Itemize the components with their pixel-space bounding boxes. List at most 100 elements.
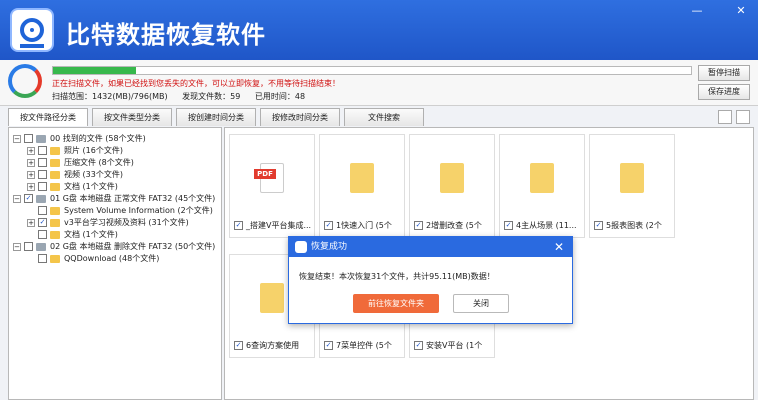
folder-tree: − 00 找到的文件 (58个文件) + 照片 (16个文件) + 压缩文件 (8个文… [8, 127, 222, 400]
tree-label: 文档 (1个文件) [64, 230, 118, 239]
tree-label: v3平台学习视频及资料 (31个文件) [64, 218, 189, 227]
tree-label: 00 找到的文件 (58个文件) [50, 134, 146, 143]
checkbox[interactable]: ✓ [324, 221, 333, 230]
file-tile[interactable]: ✓ 5报表图表 (2个 [589, 134, 675, 238]
dialog-message: 恢复结束！本次恢复31个文件，共计95.11(MB)数据！ [299, 272, 495, 281]
file-name: 4主从场景 (11... [516, 221, 577, 230]
tab-by-created-time[interactable]: 按创建时间分类 [176, 108, 256, 126]
tree-item-g-drive-deleted[interactable]: − 02 G盘 本地磁盘 删除文件 FAT32 (50个文件) [13, 241, 215, 252]
dialog-header: 恢复成功 ✕ [289, 237, 572, 257]
close-window-button[interactable]: ✕ [732, 4, 750, 18]
folder-icon [50, 254, 60, 263]
file-tile[interactable]: ✓ 2增删改查 (5个 [409, 134, 495, 238]
app-logo-icon [10, 8, 54, 52]
tab-file-search[interactable]: 文件搜索 [344, 108, 424, 126]
folder-icon [50, 218, 60, 227]
drive-icon [36, 134, 46, 143]
drive-icon [36, 194, 46, 203]
checkbox[interactable]: ✓ [324, 341, 333, 350]
tab-by-path[interactable]: 按文件路径分类 [8, 108, 88, 126]
scan-status-panel: 正在扫描文件，如果已经找到您丢失的文件，可以立即恢复，不用等待扫描结束！ 扫描范… [0, 60, 758, 106]
pause-scan-button[interactable]: 暂停扫描 [698, 65, 750, 81]
folder-icon [260, 283, 284, 313]
file-name: _搭建V平台集成... [246, 221, 312, 230]
expand-icon[interactable]: + [27, 146, 35, 155]
tree-item-g-drive-normal[interactable]: − ✓ 01 G盘 本地磁盘 正常文件 FAT32 (45个文件) [13, 193, 215, 204]
expand-icon[interactable]: + [27, 182, 35, 191]
folder-icon [50, 182, 60, 191]
tab-by-modified-time[interactable]: 按修改时间分类 [260, 108, 340, 126]
tree-label: 照片 (16个文件) [64, 146, 123, 155]
tree-item-found-files[interactable]: − 00 找到的文件 (58个文件) [13, 133, 146, 144]
app-title: 比特数据恢复软件 [66, 21, 266, 49]
checkbox[interactable] [38, 254, 47, 263]
checkbox[interactable] [38, 206, 47, 215]
expand-icon[interactable]: + [27, 158, 35, 167]
tree-label: QQDownload (48个文件) [64, 254, 160, 263]
tree-label: 视频 (33个文件) [64, 170, 123, 179]
tree-label: 压缩文件 (8个文件) [64, 158, 134, 167]
folder-icon [50, 230, 60, 239]
checkbox[interactable]: ✓ [38, 218, 47, 227]
folder-icon [50, 170, 60, 179]
close-dialog-button[interactable]: 关闭 [453, 294, 509, 313]
checkbox[interactable]: ✓ [234, 221, 243, 230]
file-tile[interactable]: PDF ✓ _搭建V平台集成... [229, 134, 315, 238]
expand-icon[interactable]: + [27, 218, 35, 227]
list-view-icon[interactable] [718, 110, 732, 124]
scan-warning-text: 正在扫描文件，如果已经找到您丢失的文件，可以立即恢复，不用等待扫描结束！ [52, 79, 340, 88]
checkbox[interactable] [38, 170, 47, 179]
file-tile[interactable]: ✓ 4主从场景 (11... [499, 134, 585, 238]
tab-by-type[interactable]: 按文件类型分类 [92, 108, 172, 126]
pdf-badge: PDF [254, 169, 276, 179]
title-bar: 比特数据恢复软件 — ✕ [0, 0, 758, 60]
tree-item-videos[interactable]: + 视频 (33个文件) [27, 169, 123, 180]
tree-label: 文档 (1个文件) [64, 182, 118, 191]
tree-item-system-volume[interactable]: System Volume Information (2个文件) [27, 205, 213, 216]
folder-icon [50, 158, 60, 167]
tree-item-archives[interactable]: + 压缩文件 (8个文件) [27, 157, 134, 168]
scan-range-label: 扫描范围：1432(MB)/796(MB) [52, 92, 168, 101]
save-progress-button[interactable]: 保存进度 [698, 84, 750, 100]
dialog-title: 恢复成功 [311, 242, 348, 252]
file-tile[interactable]: ✓ 1快速入门 (5个 [319, 134, 405, 238]
dialog-close-icon[interactable]: ✕ [554, 237, 564, 257]
tree-label: 02 G盘 本地磁盘 删除文件 FAT32 (50个文件) [50, 242, 216, 251]
minimize-button[interactable]: — [688, 4, 706, 18]
app-small-icon [295, 241, 307, 253]
checkbox[interactable] [38, 158, 47, 167]
folder-icon [50, 206, 60, 215]
checkbox[interactable]: ✓ [234, 341, 243, 350]
checkbox[interactable]: ✓ [414, 341, 423, 350]
tree-item-qqdownload[interactable]: QQDownload (48个文件) [27, 253, 159, 264]
checkbox[interactable]: ✓ [594, 221, 603, 230]
elapsed-time-label: 已用时间：48 [254, 92, 306, 101]
collapse-icon[interactable]: − [13, 134, 21, 143]
file-name: 1快速入门 (5个 [336, 221, 392, 230]
tree-item-documents-2[interactable]: 文档 (1个文件) [27, 229, 118, 240]
file-name: 5报表图表 (2个 [606, 221, 662, 230]
collapse-icon[interactable]: − [13, 194, 21, 203]
expand-icon[interactable]: + [27, 170, 35, 179]
tree-item-photos[interactable]: + 照片 (16个文件) [27, 145, 123, 156]
checkbox[interactable]: ✓ [504, 221, 513, 230]
scan-progress-fill [53, 67, 136, 74]
collapse-icon[interactable]: − [13, 242, 21, 251]
drive-icon [36, 242, 46, 251]
checkbox[interactable] [24, 134, 33, 143]
grid-view-icon[interactable] [736, 110, 750, 124]
file-name: 7菜单控件 (5个 [336, 341, 392, 350]
checkbox[interactable] [38, 230, 47, 239]
scan-spinner-icon [8, 64, 42, 98]
checkbox[interactable]: ✓ [414, 221, 423, 230]
file-name: 2增删改查 (5个 [426, 221, 482, 230]
folder-icon [50, 146, 60, 155]
checkbox[interactable]: ✓ [24, 194, 33, 203]
checkbox[interactable] [24, 242, 33, 251]
tree-item-documents[interactable]: + 文档 (1个文件) [27, 181, 118, 192]
tree-item-v3-videos[interactable]: + ✓ v3平台学习视频及资料 (31个文件) [27, 217, 189, 228]
checkbox[interactable] [38, 146, 47, 155]
checkbox[interactable] [38, 182, 47, 191]
open-recovery-folder-button[interactable]: 前往恢复文件夹 [353, 294, 439, 313]
tree-label: System Volume Information (2个文件) [64, 206, 213, 215]
